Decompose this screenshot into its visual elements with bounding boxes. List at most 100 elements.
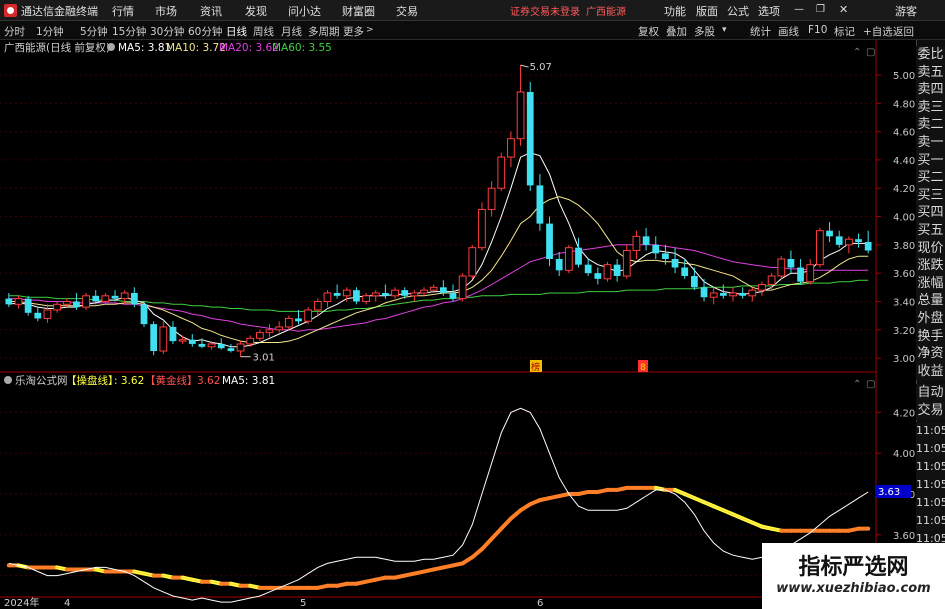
period-intraday[interactable]: 分时 <box>4 24 25 39</box>
period-60min[interactable]: 60分钟 <box>188 24 222 39</box>
menu-wealth-circle[interactable]: 财富圈 <box>342 3 375 19</box>
candle-body-69 <box>671 259 679 268</box>
side-lower-tab-1[interactable]: 交易 <box>916 402 945 420</box>
candle-body-68 <box>662 253 669 260</box>
chart-scroll-up-icon[interactable]: ⌃ <box>853 47 861 58</box>
tool-adjust[interactable]: 复权 <box>638 24 659 39</box>
candle-body-49 <box>478 208 486 249</box>
menu-options[interactable]: 选项 <box>758 3 780 19</box>
tool-back[interactable]: 返回 <box>893 24 914 39</box>
sub-legend-settings-icon[interactable] <box>4 376 12 384</box>
candle-body-33 <box>323 292 332 302</box>
side-time-0: 11:05 <box>916 422 945 440</box>
restore-icon[interactable]: ❐ <box>816 4 825 15</box>
candle-body-76 <box>739 292 747 296</box>
side-tab-4[interactable]: 卖二 <box>916 116 945 134</box>
tool-draw[interactable]: 画线 <box>778 24 799 39</box>
app-title: 通达信金融终端 <box>21 5 98 18</box>
menu-quotes[interactable]: 行情 <box>112 3 134 19</box>
tool-dropdown-icon[interactable]: ▾ <box>722 25 727 35</box>
high-price-marker: 5.07 <box>530 62 552 73</box>
candle-body-31 <box>304 309 313 322</box>
period-15min[interactable]: 15分钟 <box>112 24 146 39</box>
side-tab-14[interactable]: 总量 <box>916 292 945 310</box>
side-tab-17[interactable]: 净资 <box>916 345 945 363</box>
minimize-icon[interactable]: — <box>794 4 804 15</box>
side-tab-13[interactable]: 涨幅 <box>916 274 945 293</box>
side-tab-11[interactable]: 现价 <box>916 239 945 258</box>
candle-body-38 <box>371 292 380 297</box>
side-tab-2[interactable]: 卖四 <box>916 81 945 99</box>
candle-body-14 <box>140 304 148 325</box>
tool-add-watchlist[interactable]: +自选 <box>863 24 893 39</box>
side-tab-10[interactable]: 买五 <box>916 222 945 240</box>
period-daily[interactable]: 日线 <box>226 24 247 39</box>
current-value-label: 3.63 <box>878 487 900 498</box>
candle-body-34 <box>333 292 341 296</box>
candle-body-17 <box>169 326 177 342</box>
sub-chart-scroll-icon[interactable]: ⌃ <box>853 379 861 390</box>
candle-body-29 <box>284 317 293 328</box>
menu-layout[interactable]: 版面 <box>696 3 718 19</box>
legend-settings-icon[interactable] <box>107 43 115 51</box>
side-tab-0[interactable]: 委比 <box>916 46 945 64</box>
side-tab-16[interactable]: 换手 <box>916 327 945 346</box>
side-tab-8[interactable]: 买三 <box>916 186 945 205</box>
candle-body-43 <box>420 289 428 294</box>
quote-side-panel: 委比 卖五 卖四 卖三 卖二 卖一 买一 买二 买三 买四 买五 现价 涨跌 涨幅 总量 外盘 换手 净资 收益自动… <box>916 40 945 609</box>
side-tab-1[interactable]: 卖五 <box>916 63 945 82</box>
period-1min[interactable]: 1分钟 <box>36 24 64 39</box>
close-icon[interactable]: ✕ <box>839 3 848 16</box>
tool-overlay[interactable]: 叠加 <box>666 24 687 39</box>
period-monthly[interactable]: 月线 <box>281 24 302 39</box>
candle-body-21 <box>207 343 216 348</box>
candle-body-10 <box>101 295 110 302</box>
side-tab-18[interactable]: 收益 <box>916 362 945 381</box>
tool-mark[interactable]: 标记 <box>834 24 855 39</box>
side-lower-tab-0[interactable]: 自动 <box>916 384 945 402</box>
tool-multi-stock[interactable]: 多股 <box>694 24 715 39</box>
period-5min[interactable]: 5分钟 <box>80 24 108 39</box>
period-multi[interactable]: 多周期 <box>308 24 340 39</box>
side-tab-12[interactable]: 涨跌 <box>916 257 945 275</box>
candle-body-41 <box>401 290 409 296</box>
candle-body-44 <box>429 286 438 291</box>
sub-legend-source: 乐淘公式网 <box>15 374 68 387</box>
period-30min[interactable]: 30分钟 <box>150 24 184 39</box>
menu-trade[interactable]: 交易 <box>396 3 418 19</box>
more-chevron-icon[interactable]: > <box>366 25 374 35</box>
candle-body-71 <box>690 275 698 288</box>
candle-body-84 <box>816 230 824 266</box>
period-weekly[interactable]: 周线 <box>253 24 274 39</box>
tool-f10[interactable]: F10 <box>808 24 827 36</box>
candle-body-7 <box>73 301 80 308</box>
login-notice[interactable]: 证券交易未登录 <box>510 3 580 18</box>
menu-function[interactable]: 功能 <box>664 3 686 19</box>
candle-body-9 <box>92 295 100 302</box>
tool-stats[interactable]: 统计 <box>750 24 771 39</box>
side-tab-5[interactable]: 卖一 <box>916 134 945 152</box>
candle-body-46 <box>449 292 457 299</box>
candle-body-59 <box>575 247 582 265</box>
menu-news[interactable]: 资讯 <box>200 3 222 19</box>
side-tab-9[interactable]: 买四 <box>916 204 945 222</box>
candle-body-58 <box>564 247 573 271</box>
sub-chart-zoom-icon[interactable]: ▢ <box>866 379 875 390</box>
side-tab-3[interactable]: 卖三 <box>916 98 945 117</box>
side-tab-7[interactable]: 买二 <box>916 169 945 187</box>
menu-wenxiaoda[interactable]: 问小达 <box>288 3 321 19</box>
chart-zoom-icon[interactable]: ▢ <box>866 47 875 58</box>
x-axis-label-apr: 4 <box>64 598 70 609</box>
candle-body-79 <box>767 275 776 285</box>
candle-body-5 <box>53 303 61 311</box>
side-tab-15[interactable]: 外盘 <box>916 310 945 328</box>
candle-body-52 <box>507 138 515 158</box>
guest-label[interactable]: 游客 <box>895 3 917 19</box>
period-more[interactable]: 更多 <box>343 24 364 39</box>
kline-chart[interactable]: 5.00 4.80 4.60 4.40 4.20 4.00 3.80 3.60 3.40 3.20… <box>0 40 945 609</box>
menu-formula[interactable]: 公式 <box>727 3 749 19</box>
menu-market[interactable]: 市场 <box>155 3 177 19</box>
menu-discover[interactable]: 发现 <box>245 3 267 19</box>
y-tick-label-main-7: 3.60 <box>893 269 915 280</box>
side-tab-6[interactable]: 买一 <box>916 151 945 170</box>
